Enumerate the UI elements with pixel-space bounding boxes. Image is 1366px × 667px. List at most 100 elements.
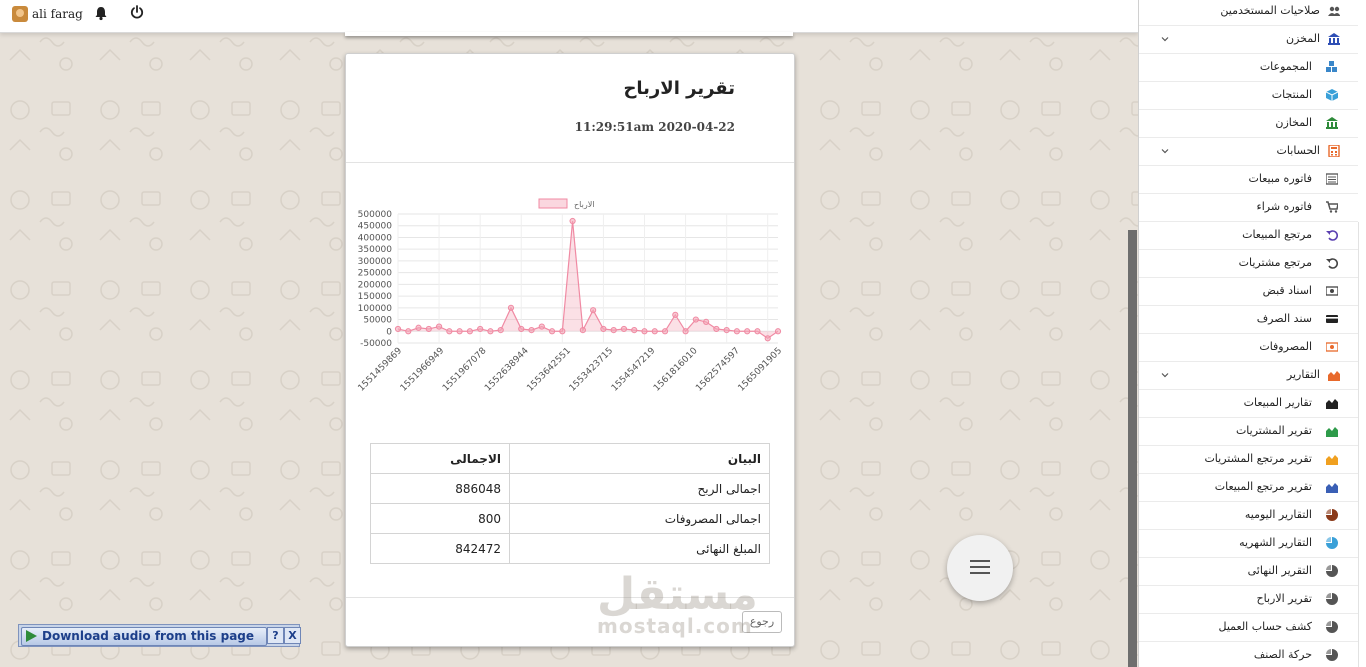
download-audio-label: Download audio from this page	[42, 629, 255, 643]
data-point	[744, 328, 751, 335]
help-button[interactable]: ?	[267, 627, 284, 644]
sidebar-item[interactable]: المجموعات	[1139, 53, 1358, 82]
bell-icon[interactable]	[93, 5, 109, 21]
chevron-down-icon[interactable]	[1161, 35, 1169, 43]
sidebar-item-label: تقرير مرتجع المبيعات	[1214, 480, 1312, 493]
sidebar-item-label: فاتوره مبيعات	[1248, 172, 1312, 185]
users-icon	[1328, 6, 1340, 16]
sidebar-item-label: الحسابات	[1276, 144, 1320, 157]
data-point	[466, 328, 473, 335]
sidebar-scrollbar[interactable]	[1358, 222, 1366, 667]
sidebar-item[interactable]: سند الصرف	[1139, 305, 1358, 334]
table-row: اجمالى المصروفات 800	[370, 503, 770, 534]
y-tick-label: 50000	[363, 316, 392, 326]
sidebar-item[interactable]: صلاحيات المستخدمين	[1139, 0, 1358, 26]
data-point	[487, 328, 494, 335]
bank-icon	[1328, 33, 1340, 45]
sidebar-item[interactable]: التقارير الشهريه	[1139, 529, 1358, 558]
sidebar-item-label: كشف حساب العميل	[1218, 620, 1312, 633]
sidebar-item-label: المخزن	[1285, 32, 1320, 45]
data-point	[692, 316, 699, 323]
close-button[interactable]: X	[284, 627, 301, 644]
chevron-down-icon[interactable]	[1161, 147, 1169, 155]
header-value: الاجمالى	[370, 443, 510, 474]
pie-chart-icon	[1326, 649, 1338, 661]
power-icon[interactable]	[129, 4, 145, 20]
data-point	[497, 327, 504, 334]
user-menu[interactable]: ali farag	[12, 6, 83, 22]
sidebar-item[interactable]: تقرير مرتجع المشتريات	[1139, 445, 1358, 474]
data-point	[435, 323, 443, 330]
profit-chart: الارباح 500000 450000400000 350000 300000 250…	[357, 198, 784, 394]
sidebar-item-label: تقرير الارباح	[1256, 592, 1312, 605]
data-point	[651, 328, 658, 335]
sidebar-item[interactable]: التقارير اليوميه	[1139, 501, 1358, 530]
profit-report-card: تقرير الارباح 11:29:51am 2020-04-22 الار…	[345, 53, 795, 647]
legend-label: الارباح	[574, 200, 594, 209]
sidebar-item[interactable]: الحسابات	[1139, 137, 1358, 166]
data-point	[754, 328, 761, 335]
sidebar-item[interactable]: تقارير المبيعات	[1139, 389, 1358, 418]
sidebar-item-label: صلاحيات المستخدمين	[1220, 4, 1320, 17]
x-tick-label: 1552638944	[483, 346, 531, 394]
y-tick-label: 350000	[358, 245, 393, 255]
sidebar-item[interactable]: حركة الصنف	[1139, 641, 1358, 667]
data-point	[405, 328, 412, 335]
data-point	[641, 328, 648, 335]
summary-table: البيان الاجمالى اجمالى الربح 886048 اجما…	[370, 443, 770, 564]
sidebar-item-label: تقرير المشتريات	[1235, 424, 1312, 437]
y-tick-label: 100000	[358, 304, 393, 314]
data-point	[425, 325, 432, 333]
undo-icon	[1326, 258, 1338, 269]
floating-menu-button[interactable]	[947, 535, 1013, 601]
y-tick-label: -50000	[360, 339, 392, 349]
data-point	[682, 328, 689, 335]
pie-chart-icon	[1326, 537, 1338, 549]
row-label: المبلغ النهائى	[509, 533, 770, 564]
sidebar-item-label: حركة الصنف	[1253, 648, 1312, 661]
y-tick-label: 400000	[358, 233, 393, 243]
report-datetime: 11:29:51am 2020-04-22	[574, 120, 735, 134]
sidebar-item[interactable]: التقارير	[1139, 361, 1358, 390]
sidebar-item[interactable]: تقرير مرتجع المبيعات	[1139, 473, 1358, 502]
page-scrollbar-thumb[interactable]	[1128, 230, 1137, 667]
sidebar-item[interactable]: كشف حساب العميل	[1139, 613, 1358, 642]
money-icon	[1326, 342, 1338, 352]
data-point	[446, 328, 453, 335]
y-tick-label: 250000	[358, 269, 393, 279]
watermark: مستقل mostaql.com	[597, 573, 758, 637]
user-name: ali farag	[32, 7, 83, 21]
download-audio-button[interactable]: Download audio from this page	[21, 627, 267, 646]
sidebar-item[interactable]: فاتوره مبيعات	[1139, 165, 1358, 194]
sidebar-item-label: المجموعات	[1259, 60, 1312, 73]
sidebar-item[interactable]: تقرير المشتريات	[1139, 417, 1358, 446]
sidebar-item[interactable]: اسناد قبض	[1139, 277, 1358, 306]
sidebar-item[interactable]: المخازن	[1139, 109, 1358, 138]
sidebar-item-label: التقارير اليوميه	[1244, 508, 1312, 521]
table-row: المبلغ النهائى 842472	[370, 533, 770, 564]
sidebar-item-label: مرتجع المبيعات	[1242, 228, 1312, 241]
previous-card-edge	[345, 32, 793, 36]
sidebar-item-label: فاتوره شراء	[1256, 200, 1312, 213]
sidebar-item[interactable]: التقرير النهائى	[1139, 557, 1358, 586]
data-point	[590, 307, 597, 314]
y-tick-label: 200000	[358, 280, 393, 290]
chevron-down-icon[interactable]	[1161, 371, 1169, 379]
data-point	[764, 335, 771, 342]
sidebar-item[interactable]: مرتجع المبيعات	[1139, 221, 1358, 250]
sidebar-item[interactable]: المصروفات	[1139, 333, 1358, 362]
pie-chart-icon	[1326, 593, 1338, 605]
row-value: 886048	[370, 473, 510, 504]
data-point	[579, 327, 586, 334]
undo-icon	[1326, 230, 1338, 241]
data-point	[733, 328, 741, 335]
sidebar-item[interactable]: فاتوره شراء	[1139, 193, 1358, 222]
money-icon	[1326, 286, 1338, 296]
sidebar-item[interactable]: مرتجع مشتريات	[1139, 249, 1358, 278]
sidebar-item[interactable]: تقرير الارباح	[1139, 585, 1358, 614]
sidebar-item[interactable]: المنتجات	[1139, 81, 1358, 110]
cubes-icon	[1326, 61, 1337, 72]
row-value: 842472	[370, 533, 510, 564]
sidebar-item[interactable]: المخزن	[1139, 25, 1358, 54]
x-tick-label: 1551967078	[441, 346, 489, 394]
